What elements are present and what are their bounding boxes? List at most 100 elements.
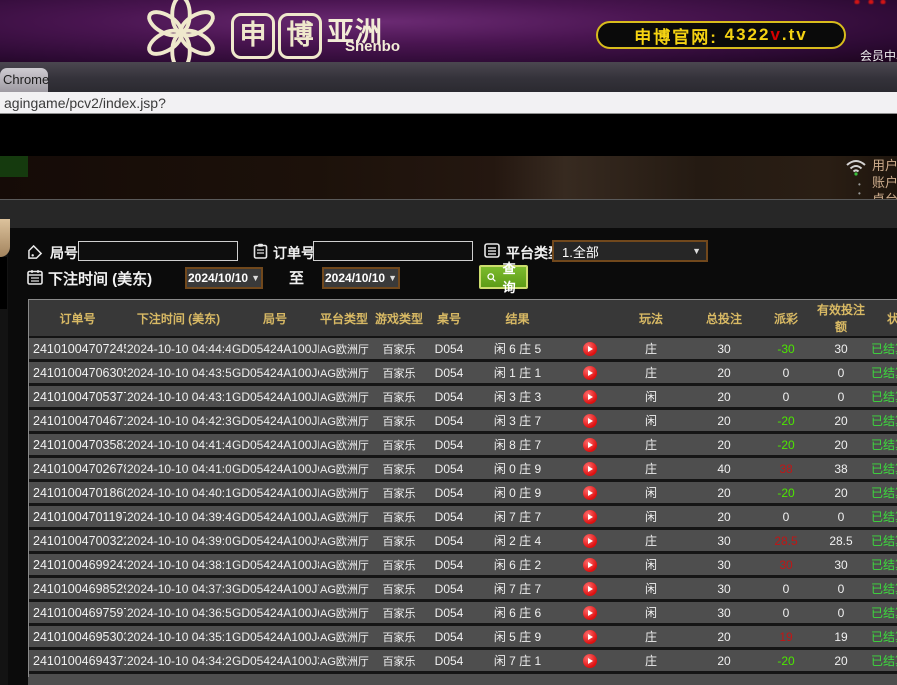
- order-no-input[interactable]: [313, 241, 473, 261]
- mini-dots: ••: [858, 180, 862, 198]
- cell-result: 闲 1 庄 1: [469, 361, 566, 385]
- cell-platform-type: AG欧洲厅: [319, 433, 369, 457]
- cell-platform-type: AG欧洲厅: [319, 649, 369, 673]
- cell-table-no: D054: [429, 361, 469, 385]
- cell-result: 闲 3 庄 7: [469, 409, 566, 433]
- cell-bet-time: 2024-10-10 04:44:43: [126, 337, 231, 361]
- cell-table-no: D054: [429, 601, 469, 625]
- game-no-input[interactable]: [78, 241, 238, 261]
- column-header: 状态: [869, 300, 897, 337]
- to-label: 至: [289, 267, 304, 288]
- address-bar[interactable]: agingame/pcv2/index.jsp?: [0, 92, 897, 114]
- cell-platform-type: AG欧洲厅: [319, 577, 369, 601]
- page: 申 博 亚洲 Shenbo 申博官网: 4322v.tv 会员中心 Chrome…: [0, 0, 897, 685]
- cell-total-bet: 20: [689, 433, 759, 457]
- play-triangle-icon: [588, 658, 593, 664]
- cell-order-no: 241010047011970: [29, 505, 126, 529]
- cell-game-type: 百家乐: [369, 433, 429, 457]
- column-header: 有效投注额: [813, 300, 869, 337]
- cell-game-no: GD05424A100JF: [231, 385, 319, 409]
- replay-play-button[interactable]: [583, 606, 597, 620]
- cell-game-no: GD05424A100JD: [231, 433, 319, 457]
- chevron-down-icon: ▼: [687, 246, 706, 256]
- cell-game-no: GD05424A100JA: [231, 505, 319, 529]
- black-notch: [0, 257, 7, 309]
- replay-play-button[interactable]: [583, 438, 597, 452]
- cell-game-type: 百家乐: [369, 649, 429, 673]
- cell-bet-time: 2024-10-10 04:34:27: [126, 649, 231, 673]
- date-from-select[interactable]: 2024/10/10 ▼: [185, 267, 263, 289]
- cell-payout: -20: [759, 649, 813, 673]
- lobby-menu-labels: 用户 账户 桌台: [872, 157, 897, 199]
- cell-bet-time: 2024-10-10 04:43:54: [126, 361, 231, 385]
- spacer-band: [0, 114, 897, 156]
- cell-result: 闲 0 庄 9: [469, 457, 566, 481]
- platform-select-value: 1.全部: [562, 242, 599, 261]
- play-triangle-icon: [588, 490, 593, 496]
- replay-play-button[interactable]: [583, 582, 597, 596]
- cell-play-type: 闲: [613, 577, 689, 601]
- cell-game-type: 百家乐: [369, 409, 429, 433]
- cell-platform-type: AG欧洲厅: [319, 529, 369, 553]
- replay-play-button[interactable]: [583, 654, 597, 668]
- cell-platform-type: AG欧洲厅: [319, 553, 369, 577]
- green-tile: [0, 156, 28, 177]
- cell-play-type: 庄: [613, 529, 689, 553]
- replay-play-button[interactable]: [583, 462, 597, 476]
- replay-play-button[interactable]: [583, 342, 597, 356]
- official-site-tld: .tv: [782, 25, 808, 45]
- replay-play-button[interactable]: [583, 630, 597, 644]
- cell-table-no: D054: [429, 409, 469, 433]
- official-site-number: 4322: [725, 25, 771, 45]
- browser-tab[interactable]: Chrome: [0, 68, 48, 92]
- replay-play-button[interactable]: [583, 534, 597, 548]
- cell-order-no: 241010047046710: [29, 409, 126, 433]
- play-triangle-icon: [588, 538, 593, 544]
- cell-order-no: 241010047003224: [29, 529, 126, 553]
- cell-play-type: 闲: [613, 553, 689, 577]
- column-header: 玩法: [613, 300, 689, 337]
- cell-order-no: 241010047072458: [29, 337, 126, 361]
- play-triangle-icon: [588, 514, 593, 520]
- cell-game-type: 百家乐: [369, 625, 429, 649]
- column-header: 结果: [469, 300, 566, 337]
- replay-play-button[interactable]: [583, 510, 597, 524]
- cell-platform-type: AG欧洲厅: [319, 625, 369, 649]
- cell-status: 已结算: [869, 409, 897, 433]
- wifi-icon: [845, 158, 867, 176]
- replay-play-button[interactable]: [583, 558, 597, 572]
- official-site-banner[interactable]: 申博官网: 4322v.tv: [596, 21, 846, 49]
- cell-game-no: GD05424A100J4: [231, 625, 319, 649]
- column-header: 游戏类型: [369, 300, 429, 337]
- lobby-background-strip: 用户 账户 桌台 ••: [0, 156, 897, 199]
- platform-select[interactable]: 1.全部 ▼: [552, 240, 708, 262]
- cell-play-type: 庄: [613, 625, 689, 649]
- cell-status: 已结算: [869, 457, 897, 481]
- browser-chrome-bar: [0, 62, 897, 93]
- cell-result: 闲 7 庄 7: [469, 505, 566, 529]
- cell-status: 已结算: [869, 553, 897, 577]
- official-site-v: v: [770, 25, 781, 45]
- bet-records-table: 订单号下注时间 (美东)局号平台类型游戏类型桌号结果玩法总投注派彩有效投注额状态…: [28, 299, 897, 678]
- cell-game-type: 百家乐: [369, 457, 429, 481]
- replay-play-button[interactable]: [583, 486, 597, 500]
- cell-status: 已结算: [869, 337, 897, 361]
- cell-payout: -20: [759, 481, 813, 505]
- replay-play-button[interactable]: [583, 390, 597, 404]
- cell-order-no: 241010047026783: [29, 457, 126, 481]
- table-row: 241010047026783 2024-10-10 04:41:01 GD05…: [29, 457, 897, 481]
- replay-play-button[interactable]: [583, 414, 597, 428]
- cell-bet-time: 2024-10-10 04:40:16: [126, 481, 231, 505]
- search-button[interactable]: 查询: [479, 265, 528, 289]
- date-to-select[interactable]: 2024/10/10 ▼: [322, 267, 400, 289]
- cell-total-bet: 30: [689, 577, 759, 601]
- chevron-down-icon: ▼: [251, 273, 260, 283]
- cell-game-no: GD05424A100J6: [231, 601, 319, 625]
- cell-total-bet: 30: [689, 337, 759, 361]
- cell-platform-type: AG欧洲厅: [319, 481, 369, 505]
- cell-payout: -20: [759, 433, 813, 457]
- cell-result: 闲 6 庄 5: [469, 337, 566, 361]
- logo-char-shen: 申: [231, 13, 275, 59]
- cell-table-no: D054: [429, 529, 469, 553]
- replay-play-button[interactable]: [583, 366, 597, 380]
